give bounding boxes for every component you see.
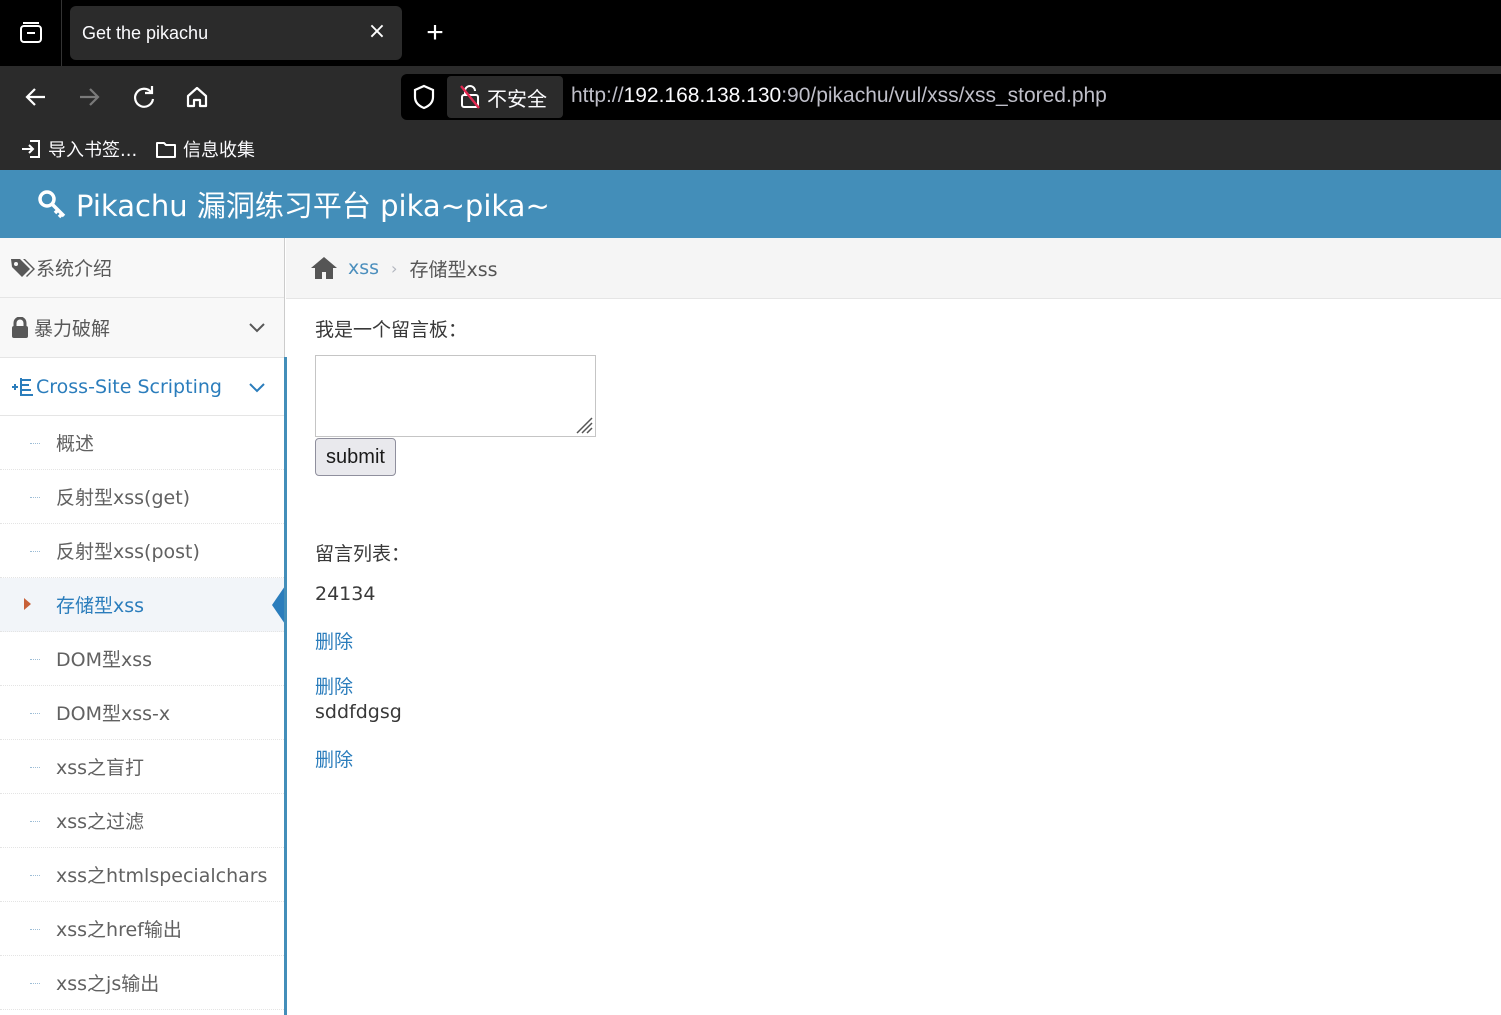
home-icon[interactable] <box>310 256 338 280</box>
submenu-item-label: xss之htmlspecialchars <box>56 865 268 887</box>
shield-icon[interactable] <box>411 84 437 110</box>
caret-right-icon <box>24 598 31 610</box>
submenu-item-label: DOM型xss-x <box>56 703 171 725</box>
new-tab-button[interactable]: + <box>420 18 450 48</box>
import-icon <box>22 140 40 158</box>
bookmark-folder-info[interactable]: 信息收集 <box>155 136 255 162</box>
submenu-item-label: 反射型xss(post) <box>56 541 200 563</box>
reload-button[interactable] <box>127 80 161 114</box>
submenu-item-label: 反射型xss(get) <box>56 487 191 509</box>
bookmark-folder-label: 信息收集 <box>183 140 255 161</box>
delete-link[interactable]: 删除 <box>315 627 353 654</box>
sidebar-item-label: 系统介绍 <box>36 258 113 280</box>
browser-tab[interactable]: Get the pikachu × <box>70 6 402 60</box>
forward-button[interactable] <box>72 80 106 114</box>
breadcrumb: xss › 存储型xss <box>286 238 1501 299</box>
tab-list-icon <box>19 22 42 43</box>
submit-button[interactable]: submit <box>315 438 396 476</box>
sidebar-item-xss[interactable]: Cross-Site Scripting <box>0 358 284 416</box>
back-button[interactable] <box>19 80 53 114</box>
close-tab-icon[interactable]: × <box>366 21 388 43</box>
reload-icon <box>133 86 155 108</box>
insecure-lock-icon <box>460 85 480 109</box>
bookmark-import[interactable]: 导入书签... <box>20 136 137 162</box>
submenu-item[interactable]: xss之href输出 <box>0 902 284 956</box>
delete-link[interactable]: 删除 <box>315 672 353 699</box>
app-title[interactable]: Pikachu 漏洞练习平台 pika~pika~ <box>76 183 550 225</box>
submenu-item[interactable]: xss之htmlspecialchars <box>0 848 284 902</box>
lock-icon <box>12 316 28 338</box>
connection-insecure-button[interactable]: 不安全 <box>447 76 563 118</box>
submenu-item[interactable]: 反射型xss(get) <box>0 470 284 524</box>
submenu-item-label: xss之href输出 <box>56 919 182 941</box>
delete-link[interactable]: 删除 <box>315 745 353 772</box>
sidebar: 系统介绍 暴力破解 Cross-Site Scripting 概述 反射型xss… <box>0 238 285 1015</box>
back-arrow-icon <box>25 88 45 106</box>
submenu-item[interactable]: DOM型xss-x <box>0 686 284 740</box>
tag-icon <box>11 258 35 277</box>
url-host: 192.168.138.130 <box>623 84 782 107</box>
list-icon <box>12 377 33 396</box>
breadcrumb-separator-icon: › <box>391 258 398 278</box>
tab-bar: Get the pikachu × + <box>0 0 1501 66</box>
chevron-down-icon <box>249 383 265 393</box>
home-button[interactable] <box>180 80 214 114</box>
forward-arrow-icon <box>80 88 100 106</box>
submenu-item[interactable]: DOM型xss <box>0 632 284 686</box>
submenu-item-label: 存储型xss <box>56 595 145 617</box>
key-icon <box>38 190 66 219</box>
resize-grip-icon[interactable] <box>573 414 593 434</box>
bookmark-import-label: 导入书签... <box>48 140 138 161</box>
submenu-item[interactable]: 反射型xss(post) <box>0 524 284 578</box>
sidebar-item-label: 暴力破解 <box>34 318 111 340</box>
submenu-item-label: 概述 <box>56 433 95 455</box>
message-list-label: 留言列表： <box>315 543 411 565</box>
sidebar-edge <box>284 357 287 1015</box>
submenu-item[interactable]: 概述 <box>0 416 284 470</box>
submenu-item[interactable]: xss之js输出 <box>0 956 284 1010</box>
message-textarea[interactable] <box>315 355 596 437</box>
submenu-item[interactable]: xss之盲打 <box>0 740 284 794</box>
bookmarks-toolbar: 导入书签... 信息收集 <box>0 128 1501 170</box>
address-bar[interactable]: 不安全 http://192.168.138.130:90/pikachu/vu… <box>401 74 1501 120</box>
submenu-item-label: xss之js输出 <box>56 973 160 995</box>
submenu-item[interactable]: xss之过滤 <box>0 794 284 848</box>
tab-list-button[interactable] <box>0 0 62 66</box>
insecure-label: 不安全 <box>487 86 547 111</box>
url-scheme: http:// <box>571 84 624 107</box>
url-text[interactable]: http://192.168.138.130:90/pikachu/vul/xs… <box>571 84 1107 108</box>
breadcrumb-link-xss[interactable]: xss <box>348 257 379 279</box>
chevron-down-icon <box>249 323 265 333</box>
breadcrumb-current: 存储型xss <box>409 258 498 281</box>
url-path: :90/pikachu/vul/xss/xss_stored.php <box>781 84 1107 107</box>
message-board-label: 我是一个留言板： <box>315 319 468 341</box>
xss-submenu: 概述 反射型xss(get) 反射型xss(post) 存储型xss DOM型x… <box>0 416 285 1015</box>
submenu-item-label: xss之过滤 <box>56 811 145 833</box>
app-header: Pikachu 漏洞练习平台 pika~pika~ <box>0 170 1501 238</box>
message-text: 24134 <box>315 583 376 605</box>
home-icon <box>186 86 208 108</box>
sidebar-item-label: Cross-Site Scripting <box>36 375 222 398</box>
submenu-item-label: xss之盲打 <box>56 757 145 779</box>
submenu-item-active[interactable]: 存储型xss <box>0 578 285 632</box>
tab-title: Get the pikachu <box>82 22 209 43</box>
message-text: sddfdgsg <box>315 701 402 723</box>
folder-icon <box>156 142 176 158</box>
sidebar-item-bruteforce[interactable]: 暴力破解 <box>0 298 284 358</box>
sidebar-item-intro[interactable]: 系统介绍 <box>0 238 284 298</box>
submenu-item-label: DOM型xss <box>56 649 153 671</box>
